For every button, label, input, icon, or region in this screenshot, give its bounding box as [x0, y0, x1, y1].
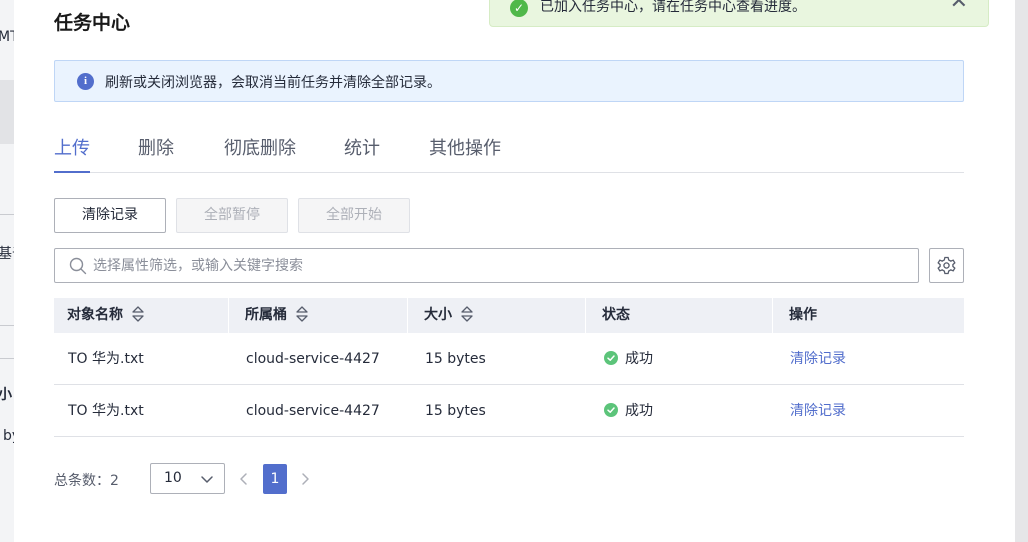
search-box[interactable]	[54, 248, 919, 283]
tab-bar: 上传 删除 彻底删除 统计 其他操作	[54, 134, 964, 173]
background-divider	[0, 325, 14, 326]
page-title: 任务中心	[54, 12, 131, 34]
scrollbar-track[interactable]	[1015, 0, 1028, 542]
column-header-object-name[interactable]: 对象名称	[54, 298, 145, 333]
column-divider	[407, 298, 408, 333]
cell-actions: 清除记录	[776, 385, 846, 437]
page-size-select[interactable]: 10	[150, 463, 225, 494]
cell-status: 成功	[590, 333, 653, 385]
background-text-fragment: by	[3, 428, 14, 444]
tab-upload[interactable]: 上传	[54, 134, 90, 173]
sort-icon[interactable]	[131, 305, 145, 323]
column-header-label: 大小	[424, 307, 452, 323]
column-header-bucket[interactable]: 所属桶	[232, 298, 309, 333]
sort-icon[interactable]	[295, 305, 309, 323]
next-page-icon[interactable]	[299, 471, 311, 487]
column-header-status: 状态	[602, 307, 630, 323]
background-divider	[0, 214, 14, 215]
search-icon	[69, 257, 87, 275]
background-block	[0, 80, 14, 144]
tab-statistics[interactable]: 统计	[344, 134, 380, 172]
table-header: 对象名称 所属桶 大小 状态 操作	[54, 298, 964, 333]
cell-object-name: TO 华为.txt	[68, 351, 144, 367]
cell-object-name: TO 华为.txt	[68, 403, 144, 419]
page-size-value: 10	[164, 470, 182, 486]
column-divider	[228, 298, 229, 333]
table-settings-button[interactable]	[929, 248, 964, 283]
cell-size: 15 bytes	[425, 403, 486, 419]
background-divider	[0, 358, 14, 359]
background-page: MT 基于 小 by	[0, 0, 14, 542]
clear-record-link[interactable]: 清除记录	[790, 351, 846, 367]
clear-record-link[interactable]: 清除记录	[790, 403, 846, 419]
tab-other-operations[interactable]: 其他操作	[429, 134, 501, 172]
background-text-fragment: MT	[0, 29, 14, 45]
column-header-size[interactable]: 大小	[411, 298, 474, 333]
cell-size: 15 bytes	[425, 351, 486, 367]
column-divider	[585, 298, 586, 333]
info-icon: i	[77, 73, 94, 90]
clear-records-button[interactable]: 清除记录	[54, 198, 166, 233]
start-all-button[interactable]: 全部开始	[298, 198, 410, 233]
pause-all-button[interactable]: 全部暂停	[176, 198, 288, 233]
status-text: 成功	[625, 351, 653, 367]
column-header-label: 所属桶	[245, 307, 287, 323]
chevron-down-icon	[201, 476, 213, 483]
success-toast: ✓ 已加入任务中心，请在任务中心查看进度。 ✕	[489, 0, 989, 27]
status-text: 成功	[625, 403, 653, 419]
gear-icon	[937, 256, 956, 275]
column-header-label: 对象名称	[67, 307, 123, 323]
previous-page-icon[interactable]	[238, 471, 250, 487]
close-icon[interactable]: ✕	[950, 0, 968, 13]
toast-message: 已加入任务中心，请在任务中心查看进度。	[540, 0, 806, 15]
background-text-fragment: 基于	[0, 246, 14, 262]
total-count: 总条数：2	[54, 473, 119, 489]
alert-message: 刷新或关闭浏览器，会取消当前任务并清除全部记录。	[105, 75, 441, 91]
cell-actions: 清除记录	[776, 333, 846, 385]
table-row: TO 华为.txt cloud-service-4427 15 bytes 成功…	[54, 385, 964, 437]
column-header-actions: 操作	[789, 307, 817, 323]
info-alert: i 刷新或关闭浏览器，会取消当前任务并清除全部记录。	[54, 60, 964, 102]
check-circle-icon: ✓	[510, 0, 528, 17]
cell-status: 成功	[590, 385, 653, 437]
task-table: 对象名称 所属桶 大小 状态 操作 TO 华为.txt cloud-servic…	[54, 298, 964, 437]
search-input[interactable]	[93, 249, 893, 282]
cell-bucket: cloud-service-4427	[246, 351, 380, 367]
pagination: 总条数：2 10 1	[54, 463, 654, 495]
table-row: TO 华为.txt cloud-service-4427 15 bytes 成功…	[54, 333, 964, 385]
tab-permanent-delete[interactable]: 彻底删除	[224, 134, 296, 172]
tab-delete[interactable]: 删除	[138, 134, 174, 172]
success-icon	[604, 351, 618, 365]
background-text-fragment: 小	[0, 387, 12, 403]
column-divider	[772, 298, 773, 333]
task-center-drawer: 任务中心 ✓ 已加入任务中心，请在任务中心查看进度。 ✕ i 刷新或关闭浏览器，…	[14, 0, 1015, 542]
success-icon	[604, 403, 618, 417]
page-number-current[interactable]: 1	[263, 464, 287, 494]
cell-bucket: cloud-service-4427	[246, 403, 380, 419]
sort-icon[interactable]	[460, 305, 474, 323]
